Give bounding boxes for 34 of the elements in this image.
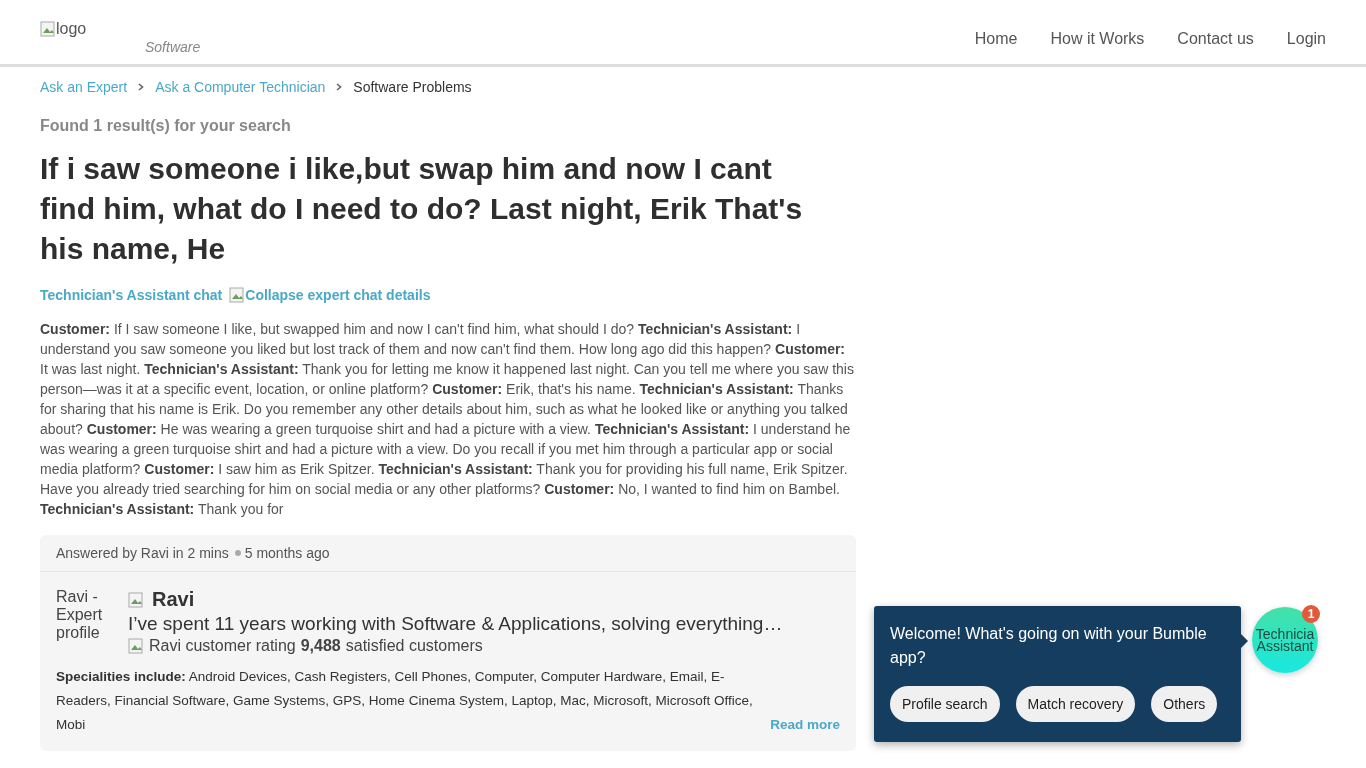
rating-alt-text: Ravi customer rating: [149, 637, 296, 655]
broken-image-icon: [40, 21, 56, 37]
avatar-alt-text: Technicia: [1255, 628, 1315, 640]
expert-bio: I’ve spent 11 years working with Software & Applications, solving everything…: [128, 613, 784, 635]
notification-badge: 1: [1302, 605, 1320, 623]
option-button[interactable]: Match recovery: [1015, 686, 1136, 722]
results-count: Found 1 result(s) for your search: [40, 117, 292, 135]
chat-transcript: Customer: If I saw someone I like, but swapped him and now I can't find him, what should I do? Technician's Assistant: I understand you saw someone you liked but lost track of them and now can't find them. How long ago did this happen? Customer: It was last night. Technician's Assistant: Thank you for letting me know it happened last night. Can you tell me where you saw this person—was it at a specific event, location, or online platform? Customer: Erik, that's his name. Technician's Assistant: Thanks for sharing that his name is Erik. Do you remember any other details about him, such as what he looked like or anything you talked about? Customer: He was wearing a green turquoise shirt and had a picture with a view. Technician's Assistant: I understand he was wearing a green turquoise shirt and had a picture with a view. Do you recall if you met him through a particular app or social media platform? Customer: I saw him as Erik Spitzer. Technician's Assistant: Thank you for providing his full name, Erik Spitzer. Have you already tried searching for him on social media or any other platforms? Customer: No, I wanted to find him on Bambel. Technician's Assistant: Thank you for: [40, 320, 855, 519]
broken-image-icon: [229, 287, 246, 303]
logo-image[interactable]: logo: [40, 20, 201, 38]
chevron-right-icon: [335, 83, 344, 91]
breadcrumb-current: Software Problems: [353, 79, 472, 95]
nav-link[interactable]: Login: [1286, 30, 1326, 48]
answered-by: Answered by Ravi in 2 mins: [56, 545, 229, 561]
option-button[interactable]: Profile search: [890, 686, 1000, 722]
broken-image-icon: [128, 591, 144, 608]
nav-link[interactable]: How it Works: [1050, 30, 1145, 48]
profile-image-alt: Ravi - Expert profile: [56, 588, 104, 643]
time-ago: 5 months ago: [244, 545, 330, 561]
logo-alt-text: logo: [56, 20, 87, 38]
tagline: Software: [145, 39, 201, 55]
avatar-alt-text: Assistant: [1256, 640, 1314, 652]
expert-name[interactable]: Ravi: [152, 588, 195, 611]
chat-message: Welcome! What's going on with your Bumble app?: [890, 624, 1208, 668]
nav-link[interactable]: Home: [974, 30, 1018, 48]
separator-dot-icon: [234, 550, 241, 556]
satisfied-label: satisfied customers: [345, 637, 483, 655]
option-button[interactable]: Others: [1151, 686, 1218, 722]
broken-image-icon: [128, 638, 144, 654]
satisfied-count: 9,488: [300, 637, 341, 655]
question-title: If i saw someone i like,but swap him and now I cant find him, what do I need to do? Last night, Erik That's his name, He: [40, 151, 804, 267]
specialities-text: Specialities include: Android Devices, Cash Registers, Cell Phones, Computer, Computer Hardware, Email, E-Readers, Financial Software, Game Systems, GPS, Home Cinema System, Laptop, Mac, Microsoft, Microsoft Office, Mobi: [56, 668, 754, 734]
chevron-right-icon: [137, 83, 146, 91]
nav-link[interactable]: Contact us: [1177, 30, 1254, 48]
